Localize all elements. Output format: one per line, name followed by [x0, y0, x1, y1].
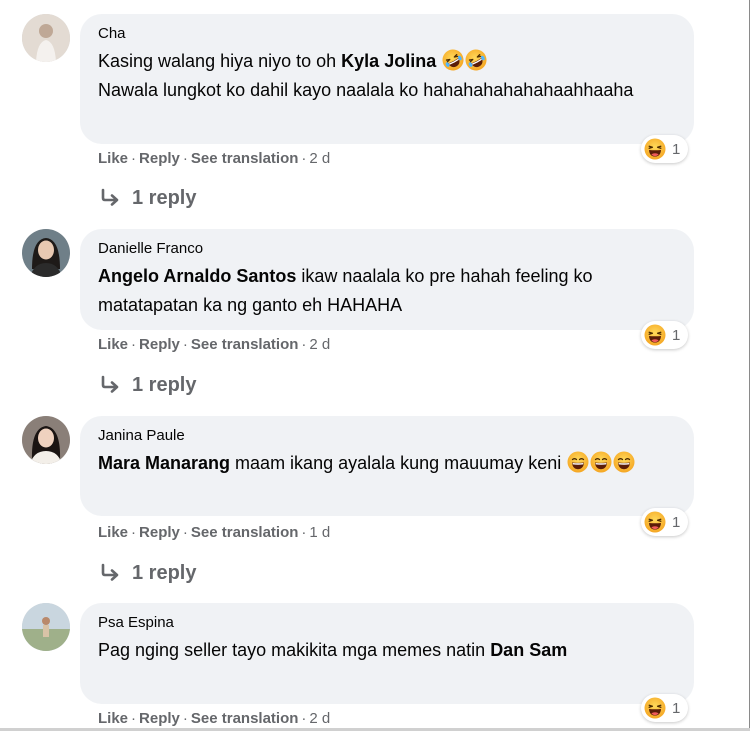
comment-author[interactable]: Janina Paule: [98, 426, 678, 446]
reaction-number: 1: [672, 326, 681, 344]
reaction-number: 1: [672, 513, 681, 531]
reply-arrow-icon: [100, 375, 122, 395]
comment-actions: Like · Reply · See translation · 2 d: [98, 710, 331, 727]
reply-button[interactable]: Reply: [139, 150, 180, 167]
haha-reaction-icon: [644, 324, 666, 346]
comment-text-segment: Nawala lungkot ko dahil kayo naalala ko …: [98, 80, 634, 100]
tagged-user[interactable]: Angelo Arnaldo Santos: [98, 266, 296, 286]
comment-bubble: Janina Paule Mara Manarang maam ikang ay…: [80, 416, 694, 516]
reaction-number: 1: [672, 699, 681, 717]
comment-text: Mara Manarang maam ikang ayalala kung ma…: [98, 449, 658, 478]
replies-label: 1 reply: [132, 187, 197, 209]
tagged-user[interactable]: Dan Sam: [490, 640, 567, 660]
view-replies-link[interactable]: 1 reply: [100, 561, 196, 585]
like-button[interactable]: Like: [98, 710, 128, 727]
view-replies-link[interactable]: 1 reply: [100, 186, 196, 210]
reaction-count[interactable]: 1: [641, 135, 689, 163]
like-button[interactable]: Like: [98, 336, 128, 353]
haha-reaction-icon: [644, 697, 666, 719]
comment-author[interactable]: Psa Espina: [98, 613, 678, 633]
avatar[interactable]: [22, 603, 70, 651]
tagged-user[interactable]: Kyla Jolina: [341, 51, 436, 71]
replies-label: 1 reply: [132, 374, 197, 396]
timestamp[interactable]: 2 d: [309, 336, 330, 353]
comment-text: Pag nging seller tayo makikita mga memes…: [98, 636, 658, 665]
comment-text: Kasing walang hiya niyo to oh Kyla Jolin…: [98, 47, 678, 105]
reaction-count[interactable]: 1: [641, 508, 689, 536]
see-translation-link[interactable]: See translation: [191, 710, 299, 727]
like-button[interactable]: Like: [98, 150, 128, 167]
reply-button[interactable]: Reply: [139, 524, 180, 541]
like-button[interactable]: Like: [98, 524, 128, 541]
haha-reaction-icon: [644, 138, 666, 160]
comment-text-segment: Kasing walang hiya niyo to oh: [98, 51, 342, 71]
reply-arrow-icon: [100, 188, 122, 208]
comment-actions: Like · Reply · See translation · 2 d: [98, 336, 331, 353]
timestamp[interactable]: 2 d: [309, 710, 330, 727]
comment-bubble: Danielle Franco Angelo Arnaldo Santos ik…: [80, 229, 694, 330]
comment-actions: Like · Reply · See translation · 1 d: [98, 524, 331, 541]
replies-label: 1 reply: [132, 562, 197, 584]
comment-bubble: Psa Espina Pag nging seller tayo makikit…: [80, 603, 694, 704]
comment-actions: Like · Reply · See translation · 2 d: [98, 150, 331, 167]
laughing-emoji-icon: [567, 451, 589, 473]
laughing-emoji-icon: [613, 451, 635, 473]
timestamp[interactable]: 2 d: [309, 150, 330, 167]
see-translation-link[interactable]: See translation: [191, 524, 299, 541]
comment-text-segment: Pag nging seller tayo makikita mga memes…: [98, 640, 491, 660]
avatar[interactable]: [22, 229, 70, 277]
comment-text: Angelo Arnaldo Santos ikaw naalala ko pr…: [98, 262, 658, 320]
avatar[interactable]: [22, 416, 70, 464]
comment-bubble: Cha Kasing walang hiya niyo to oh Kyla J…: [80, 14, 694, 144]
reaction-number: 1: [672, 140, 681, 158]
rolling-laughing-emoji-icon: [442, 49, 464, 71]
view-replies-link[interactable]: 1 reply: [100, 373, 196, 397]
reaction-count[interactable]: 1: [641, 694, 689, 722]
tagged-user[interactable]: Mara Manarang: [98, 453, 230, 473]
timestamp[interactable]: 1 d: [309, 524, 330, 541]
avatar[interactable]: [22, 14, 70, 62]
laughing-emoji-icon: [590, 451, 612, 473]
reply-button[interactable]: Reply: [139, 710, 180, 727]
haha-reaction-icon: [644, 511, 666, 533]
comment-author[interactable]: Cha: [98, 24, 678, 44]
rolling-laughing-emoji-icon: [465, 49, 487, 71]
reply-arrow-icon: [100, 563, 122, 583]
comment-text-segment: maam ikang ayalala kung mauumay keni: [230, 453, 562, 473]
see-translation-link[interactable]: See translation: [191, 150, 299, 167]
comment-author[interactable]: Danielle Franco: [98, 239, 678, 259]
see-translation-link[interactable]: See translation: [191, 336, 299, 353]
reaction-count[interactable]: 1: [641, 321, 689, 349]
reply-button[interactable]: Reply: [139, 336, 180, 353]
